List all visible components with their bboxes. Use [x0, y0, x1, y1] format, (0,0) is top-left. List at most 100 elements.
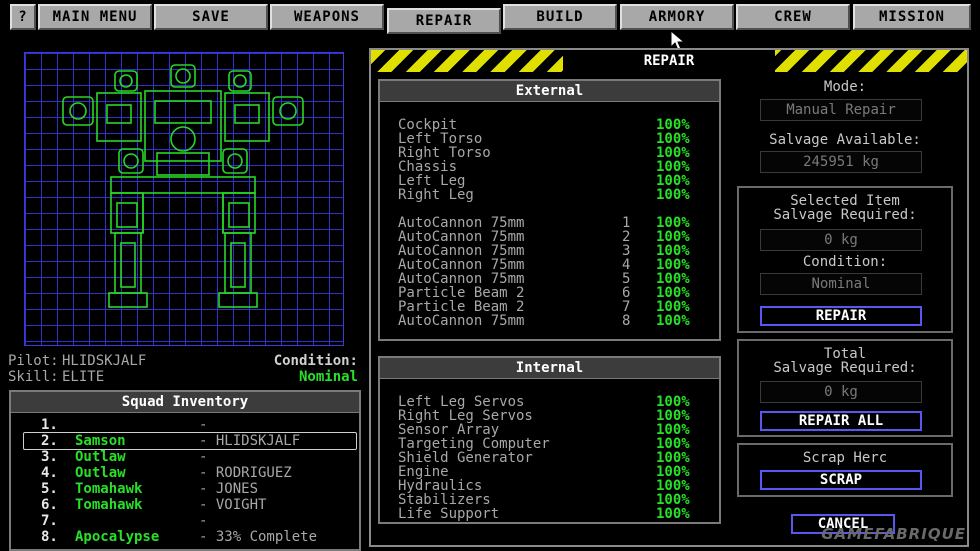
internal-component-row[interactable]: Stabilizers 100% — [398, 493, 718, 507]
component-name: Cockpit — [398, 117, 458, 133]
external-component-row[interactable]: Cockpit 100% — [398, 118, 718, 132]
total-salvage-required-field: 0 kg — [760, 381, 922, 403]
internal-component-row[interactable]: Targeting Computer 100% — [398, 437, 718, 451]
squad-row[interactable]: 1. - — [13, 417, 357, 433]
internal-component-row[interactable]: Right Leg Servos 100% — [398, 409, 718, 423]
component-percent: 100% — [656, 285, 690, 301]
total-salvage-required-label: Salvage Required: — [773, 360, 917, 376]
component-slot: 3 — [622, 243, 631, 259]
component-name: Right Leg — [398, 187, 474, 203]
external-component-row[interactable]: AutoCannon 75mm 1 100% — [398, 216, 718, 230]
component-name: Life Support — [398, 506, 500, 522]
component-percent: 100% — [656, 229, 690, 245]
component-name: Stabilizers — [398, 492, 491, 508]
squad-row[interactable]: 8. Apocalypse - 33% Complete — [13, 529, 357, 545]
external-component-row[interactable]: Right Leg 100% — [398, 188, 718, 202]
save-button[interactable]: SAVE — [154, 4, 268, 30]
salvage-available-label: Salvage Available: — [769, 132, 921, 148]
repair-tab-button[interactable]: REPAIR — [387, 8, 501, 34]
component-percent: 100% — [656, 478, 690, 494]
component-percent: 100% — [656, 117, 690, 133]
external-component-row[interactable]: Particle Beam 2 7 100% — [398, 300, 718, 314]
main-menu-button[interactable]: MAIN MENU — [38, 4, 152, 30]
external-component-row[interactable]: Left Torso 100% — [398, 132, 718, 146]
component-name: Sensor Array — [398, 422, 500, 438]
squad-row-number: 1. — [41, 417, 58, 433]
repair-button[interactable]: REPAIR — [760, 306, 922, 326]
external-component-row[interactable]: AutoCannon 75mm 5 100% — [398, 272, 718, 286]
mission-button[interactable]: MISSION — [853, 4, 971, 30]
squad-row-number: 7. — [41, 513, 58, 529]
component-name: Shield Generator — [398, 450, 533, 466]
internal-component-row[interactable]: Shield Generator 100% — [398, 451, 718, 465]
internal-component-row[interactable]: Life Support 100% — [398, 507, 718, 521]
external-component-row[interactable]: Particle Beam 2 6 100% — [398, 286, 718, 300]
internal-list-panel: Internal Left Leg Servos 100% Right Leg Se… — [378, 356, 721, 524]
skill-value: ELITE — [62, 369, 105, 385]
mode-field[interactable]: Manual Repair — [760, 99, 922, 121]
weapons-button[interactable]: WEAPONS — [270, 4, 384, 30]
squad-row[interactable]: 6. Tomahawk - VOIGHT — [13, 497, 357, 513]
squad-row-pilot: - VOIGHT — [199, 497, 267, 513]
external-component-row[interactable]: AutoCannon 75mm 2 100% — [398, 230, 718, 244]
repair-window-title: REPAIR — [563, 50, 775, 72]
repair-all-button[interactable]: REPAIR ALL — [760, 411, 922, 431]
component-slot: 5 — [622, 271, 631, 287]
item-condition-label: Condition: — [802, 254, 888, 270]
component-percent: 100% — [656, 257, 690, 273]
mode-label: Mode: — [823, 79, 867, 95]
squad-row[interactable]: 5. Tomahawk - JONES — [13, 481, 357, 497]
component-name: AutoCannon 75mm — [398, 243, 525, 259]
component-slot: 6 — [622, 285, 631, 301]
external-component-row[interactable]: Right Torso 100% — [398, 146, 718, 160]
help-button[interactable]: ? — [10, 4, 36, 30]
external-component-row[interactable]: AutoCannon 75mm 8 100% — [398, 314, 718, 328]
component-percent: 100% — [656, 299, 690, 315]
squad-row[interactable]: 3. Outlaw - — [13, 449, 357, 465]
component-percent: 100% — [656, 408, 690, 424]
squad-row[interactable]: 7. - — [13, 513, 357, 529]
component-slot: 7 — [622, 299, 631, 315]
external-list-title: External — [380, 81, 719, 102]
squad-row[interactable]: 4. Outlaw - RODRIGUEZ — [13, 465, 357, 481]
internal-component-row[interactable]: Left Leg Servos 100% — [398, 395, 718, 409]
external-component-row[interactable]: AutoCannon 75mm 4 100% — [398, 258, 718, 272]
external-component-row[interactable]: AutoCannon 75mm 3 100% — [398, 244, 718, 258]
squad-row-selected[interactable]: 2. Samson - HLIDSKJALF — [23, 432, 357, 450]
component-name: AutoCannon 75mm — [398, 215, 525, 231]
pilot-label: Pilot: — [8, 353, 59, 369]
squad-row-pilot: - HLIDSKJALF — [199, 433, 301, 449]
build-button[interactable]: BUILD — [503, 4, 617, 30]
squad-inventory-title: Squad Inventory — [11, 392, 359, 413]
squad-row-number: 4. — [41, 465, 58, 481]
internal-component-row[interactable]: Engine 100% — [398, 465, 718, 479]
crew-button[interactable]: CREW — [736, 4, 850, 30]
component-name: Left Leg Servos — [398, 394, 525, 410]
component-slot: 1 — [622, 215, 631, 231]
external-component-row[interactable]: Left Leg 100% — [398, 174, 718, 188]
component-name: Right Leg Servos — [398, 408, 533, 424]
condition-value: Nominal — [298, 369, 358, 385]
scrap-button[interactable]: SCRAP — [760, 470, 922, 490]
component-slot: 2 — [622, 229, 631, 245]
scrap-herc-label: Scrap Herc — [802, 450, 888, 466]
squad-row-pilot: - JONES — [199, 481, 259, 497]
squad-row-herc: Tomahawk — [75, 481, 143, 497]
internal-component-row[interactable]: Sensor Array 100% — [398, 423, 718, 437]
squad-row-number: 8. — [41, 529, 58, 545]
mech-schematic-grid[interactable] — [24, 52, 344, 346]
scrap-herc-box: Scrap Herc SCRAP — [737, 443, 953, 497]
squad-row-herc: Apocalypse — [75, 529, 160, 545]
item-condition-field: Nominal — [760, 273, 922, 295]
squad-row-number: 6. — [41, 497, 58, 513]
component-percent: 100% — [656, 243, 690, 259]
component-percent: 100% — [656, 131, 690, 147]
component-name: Engine — [398, 464, 449, 480]
squad-row-herc: Outlaw — [75, 449, 126, 465]
internal-component-row[interactable]: Hydraulics 100% — [398, 479, 718, 493]
squad-row-herc: Tomahawk — [75, 497, 143, 513]
salvage-available-field: 245951 kg — [760, 151, 922, 173]
external-component-row[interactable]: Chassis 100% — [398, 160, 718, 174]
total-salvage-box: Total Salvage Required: 0 kg REPAIR ALL — [737, 339, 953, 437]
armory-button[interactable]: ARMORY — [620, 4, 734, 30]
